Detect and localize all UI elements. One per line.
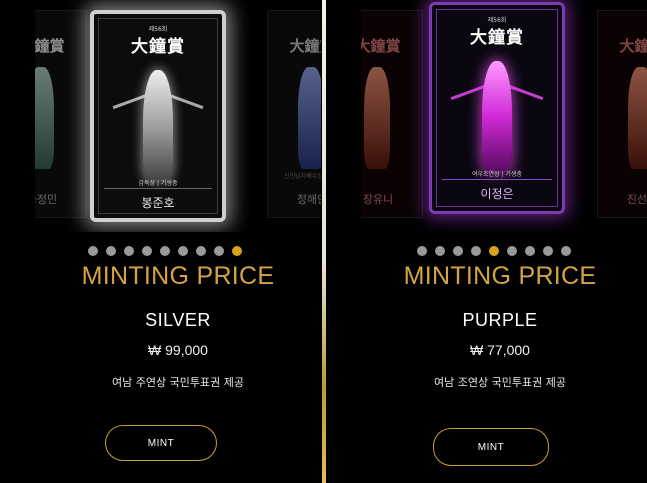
card-name: 이정은 bbox=[480, 187, 514, 201]
price-value: ₩ 77,000 bbox=[470, 342, 530, 358]
purple-panel: 大鐘賞 장유니 大鐘賞 진선규 제56회 大鐘賞 여우조연상 | 기생충 이정은 bbox=[361, 0, 647, 483]
benefit-text: 여남 주연상 국민투표권 제공 bbox=[112, 376, 244, 389]
carousel-pagination bbox=[417, 246, 571, 256]
pagination-dot[interactable] bbox=[178, 246, 188, 256]
price-value: ₩ 99,000 bbox=[148, 342, 208, 358]
card-name: 진선규 bbox=[626, 193, 647, 206]
card-title: 大鐘賞 bbox=[289, 37, 321, 55]
trophy-image bbox=[35, 67, 54, 169]
tier-label: SILVER bbox=[145, 310, 211, 330]
pagination-dot[interactable] bbox=[489, 246, 499, 256]
nft-card-purple[interactable]: 제56회 大鐘賞 여우조연상 | 기생충 이정은 bbox=[429, 2, 565, 214]
pagination-dot[interactable] bbox=[214, 246, 224, 256]
pagination-dot[interactable] bbox=[525, 246, 535, 256]
pagination-dot[interactable] bbox=[196, 246, 206, 256]
nft-carousel[interactable]: 大鐘賞 승정민 大鐘賞 신인남자배우상 | 인질 정해인 제56회 大鐘賞 감독… bbox=[35, 0, 321, 232]
pagination-dot[interactable] bbox=[471, 246, 481, 256]
mint-button[interactable]: MINT bbox=[105, 425, 217, 461]
pagination-dot[interactable] bbox=[160, 246, 170, 256]
pagination-dot[interactable] bbox=[232, 246, 242, 256]
trophy-image bbox=[364, 67, 390, 169]
carousel-pagination bbox=[88, 246, 242, 256]
mint-button[interactable]: MINT bbox=[433, 428, 549, 466]
pagination-dot[interactable] bbox=[543, 246, 553, 256]
card-name: 승정민 bbox=[35, 193, 58, 206]
pagination-dot[interactable] bbox=[561, 246, 571, 256]
card-name: 봉준호 bbox=[141, 196, 175, 210]
pagination-dot[interactable] bbox=[435, 246, 445, 256]
pagination-dot[interactable] bbox=[507, 246, 517, 256]
carousel-card-next[interactable]: 大鐘賞 신인남자배우상 | 인질 정해인 bbox=[267, 10, 321, 218]
card-name: 정해인 bbox=[296, 193, 321, 206]
panel-divider bbox=[322, 0, 326, 483]
pagination-dot[interactable] bbox=[88, 246, 98, 256]
pagination-dot[interactable] bbox=[142, 246, 152, 256]
carousel-card-prev[interactable]: 大鐘賞 장유니 bbox=[361, 10, 423, 218]
pagination-dot[interactable] bbox=[417, 246, 427, 256]
carousel-card-prev[interactable]: 大鐘賞 승정민 bbox=[35, 10, 87, 218]
card-title: 大鐘賞 bbox=[35, 37, 65, 55]
tier-label: PURPLE bbox=[462, 310, 538, 330]
card-caption: 여우조연상 | 기생충 bbox=[472, 171, 522, 178]
card-title: 大鐘賞 bbox=[131, 37, 185, 57]
card-title: 大鐘賞 bbox=[361, 37, 401, 55]
benefit-text: 여남 조연상 국민투표권 제공 bbox=[434, 376, 566, 389]
silver-panel: 大鐘賞 승정민 大鐘賞 신인남자배우상 | 인질 정해인 제56회 大鐘賞 감독… bbox=[35, 0, 321, 483]
trophy-image bbox=[143, 70, 173, 180]
card-title: 大鐘賞 bbox=[619, 37, 647, 55]
trophy-image bbox=[298, 67, 321, 169]
nft-carousel[interactable]: 大鐘賞 장유니 大鐘賞 진선규 제56회 大鐘賞 여우조연상 | 기생충 이정은 bbox=[361, 0, 647, 232]
carousel-card-next[interactable]: 大鐘賞 진선규 bbox=[597, 10, 647, 218]
card-name: 장유니 bbox=[362, 193, 394, 206]
card-caption: 감독상 | 기생충 bbox=[138, 180, 178, 187]
card-divider bbox=[442, 179, 552, 180]
card-caption: 신인남자배우상 | 인질 bbox=[284, 173, 321, 180]
card-divider bbox=[104, 188, 212, 189]
trophy-image bbox=[628, 67, 647, 169]
pagination-dot[interactable] bbox=[453, 246, 463, 256]
pagination-dot[interactable] bbox=[124, 246, 134, 256]
card-title: 大鐘賞 bbox=[470, 28, 524, 48]
nft-card-silver[interactable]: 제56회 大鐘賞 감독상 | 기생충 봉준호 bbox=[90, 10, 226, 222]
trophy-image bbox=[482, 61, 512, 171]
minting-price-heading: MINTING PRICE bbox=[81, 262, 275, 290]
pagination-dot[interactable] bbox=[106, 246, 116, 256]
minting-price-heading: MINTING PRICE bbox=[403, 262, 597, 290]
